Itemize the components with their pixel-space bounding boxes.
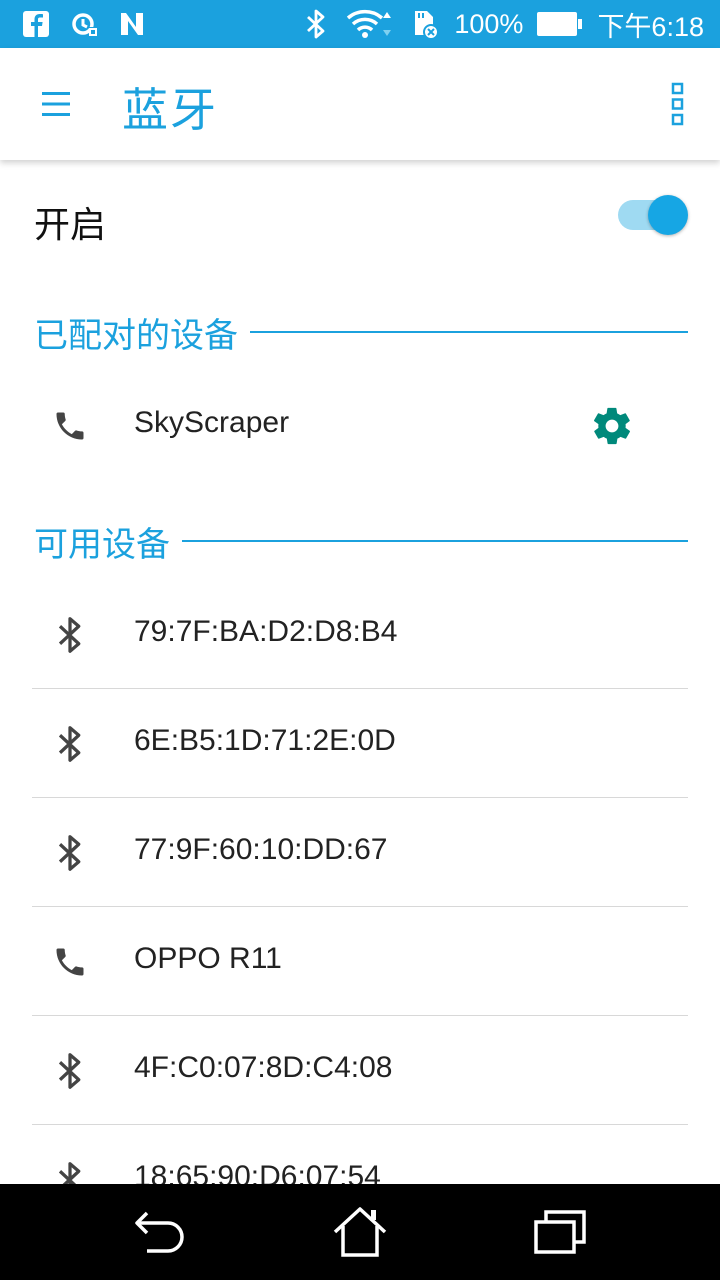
device-name: 6E:B5:1D:71:2E:0D [134, 724, 396, 757]
toggle-label: 开启 [34, 205, 107, 246]
more-vert-icon[interactable] [658, 78, 698, 130]
nav-bar [0, 1184, 720, 1280]
hamburger-menu-icon[interactable] [28, 78, 84, 130]
paired-section-title: 已配对的设备 [34, 315, 238, 356]
phone-icon [50, 402, 90, 450]
wifi-icon [346, 8, 394, 40]
device-name: SkyScraper [134, 406, 290, 439]
sync-icon [68, 8, 100, 40]
bluetooth-toggle-row[interactable]: 开启 [0, 160, 720, 272]
bluetooth-icon [50, 1047, 90, 1095]
row-divider [32, 906, 688, 907]
device-name: 4F:C0:07:8D:C4:08 [134, 1051, 393, 1084]
bluetooth-switch-thumb[interactable] [648, 195, 688, 235]
available-section-header: 可用设备 [34, 521, 688, 565]
bluetooth-icon [50, 611, 90, 659]
available-device-row[interactable]: OPPO R11 [0, 908, 720, 1016]
row-divider [32, 688, 688, 689]
app-bar: 蓝牙 [0, 48, 720, 160]
bluetooth-icon [300, 8, 332, 40]
device-name: OPPO R11 [134, 942, 282, 975]
bluetooth-icon [50, 829, 90, 877]
page-title: 蓝牙 [122, 83, 218, 137]
bluetooth-icon [50, 720, 90, 768]
section-divider [182, 540, 688, 542]
status-bar: 100% 下午6:18 [0, 0, 720, 48]
gear-icon[interactable] [588, 402, 636, 450]
available-device-row[interactable]: 6E:B5:1D:71:2E:0D [0, 690, 720, 798]
battery-percent: 100% [454, 8, 524, 39]
section-divider [250, 331, 688, 333]
device-name: 77:9F:60:10:DD:67 [134, 833, 388, 866]
row-divider [32, 797, 688, 798]
back-icon[interactable] [128, 1202, 192, 1262]
available-section-title: 可用设备 [34, 524, 170, 565]
row-divider [32, 1124, 688, 1125]
facebook-icon [20, 8, 52, 40]
recents-icon[interactable] [528, 1202, 592, 1262]
clock: 下午6:18 [597, 11, 704, 42]
home-icon[interactable] [328, 1202, 392, 1262]
n-app-icon [116, 8, 148, 40]
available-device-row[interactable]: 77:9F:60:10:DD:67 [0, 799, 720, 907]
available-device-row[interactable]: 79:7F:BA:D2:D8:B4 [0, 581, 720, 689]
phone-icon [50, 938, 90, 986]
sd-card-icon [408, 8, 440, 40]
battery-icon [537, 12, 583, 36]
available-device-row[interactable]: 4F:C0:07:8D:C4:08 [0, 1017, 720, 1125]
paired-section-header: 已配对的设备 [34, 312, 688, 356]
device-name: 79:7F:BA:D2:D8:B4 [134, 615, 398, 648]
row-divider [32, 1015, 688, 1016]
